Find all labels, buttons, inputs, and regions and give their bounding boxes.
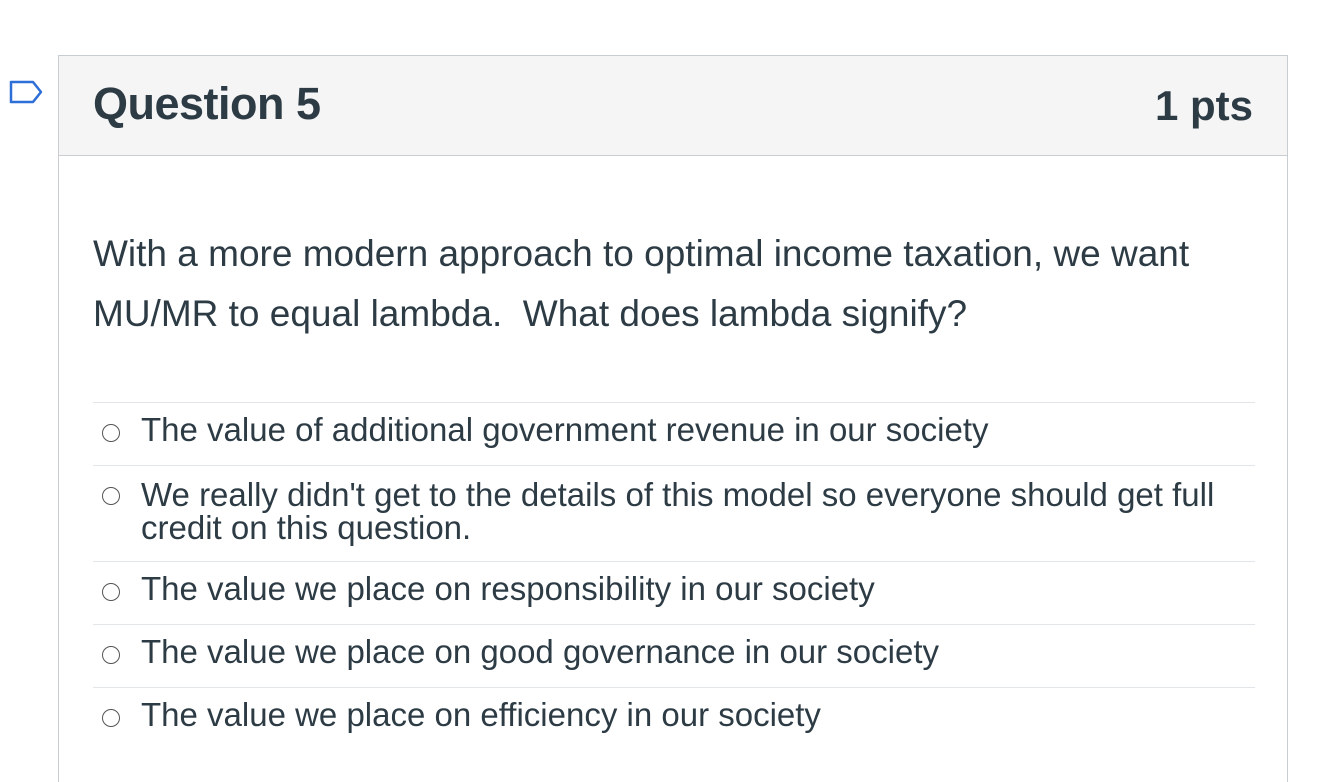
question-header: Question 5 1 pts <box>59 56 1287 156</box>
answer-option[interactable]: The value we place on efficiency in our … <box>93 687 1255 750</box>
answer-option[interactable]: The value we place on good governance in… <box>93 624 1255 687</box>
answer-label[interactable]: The value we place on good governance in… <box>141 635 1241 669</box>
radio-button[interactable] <box>102 424 120 442</box>
answer-label[interactable]: The value we place on efficiency in our … <box>141 698 1241 732</box>
answer-label[interactable]: We really didn't get to the details of t… <box>141 478 1241 544</box>
radio-button[interactable] <box>102 646 120 664</box>
answer-list: The value of additional government reven… <box>93 402 1255 750</box>
bookmark-flag-icon[interactable] <box>9 80 43 104</box>
answer-option[interactable]: The value we place on responsibility in … <box>93 561 1255 624</box>
answer-label[interactable]: The value of additional government reven… <box>141 413 1241 447</box>
question-text: With a more modern approach to optimal i… <box>93 233 1200 334</box>
question-title: Question 5 <box>93 78 321 129</box>
radio-button[interactable] <box>102 583 120 601</box>
radio-button[interactable] <box>102 709 120 727</box>
question-card: Question 5 1 pts With a more modern appr… <box>58 55 1288 782</box>
quiz-page: Question 5 1 pts With a more modern appr… <box>0 0 1334 782</box>
radio-button[interactable] <box>102 487 120 505</box>
answer-option[interactable]: We really didn't get to the details of t… <box>93 465 1255 561</box>
question-points: 1 pts <box>1154 81 1253 129</box>
answer-option[interactable]: The value of additional government reven… <box>93 402 1255 465</box>
answer-label[interactable]: The value we place on responsibility in … <box>141 572 1241 606</box>
